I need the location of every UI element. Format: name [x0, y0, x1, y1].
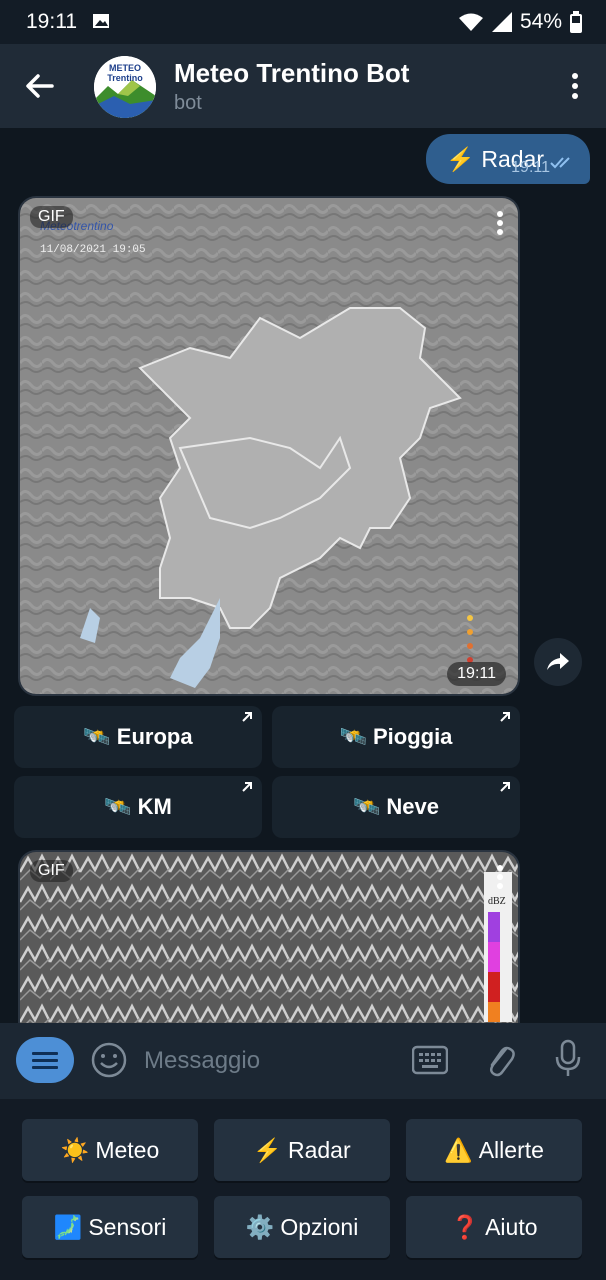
external-link-icon — [242, 782, 252, 792]
battery-icon — [570, 11, 582, 33]
attach-paperclip-icon[interactable] — [484, 1041, 516, 1084]
back-arrow-icon[interactable] — [24, 72, 54, 105]
question-icon: ❓ — [450, 1213, 480, 1240]
radar-gif[interactable]: Meteotrentino 11/08/2021 19:05 GIF 19:11 — [18, 196, 520, 696]
bot-avatar[interactable]: METEO Trentino — [94, 56, 156, 118]
chat-title[interactable]: Meteo Trentino Bot — [174, 58, 409, 89]
outgoing-message[interactable]: ⚡ Radar 19:11 — [426, 134, 590, 184]
image-notification-icon — [92, 13, 110, 34]
radar-map-image-2: dBZ — [20, 852, 518, 1023]
lightning-icon: ⚡ — [253, 1136, 282, 1163]
inline-button-label: Europa — [116, 724, 193, 749]
microphone-icon[interactable] — [554, 1039, 582, 1084]
keyboard-button-aiuto[interactable]: ❓ Aiuto — [406, 1196, 582, 1258]
gif-menu-icon[interactable] — [496, 864, 504, 895]
gear-icon: ⚙️ — [245, 1213, 275, 1240]
inline-button-neve[interactable]: 🛰️ Neve — [272, 776, 520, 838]
hamburger-icon — [32, 1052, 58, 1069]
emoji-icon[interactable] — [90, 1041, 128, 1084]
inline-button-pioggia[interactable]: 🛰️ Pioggia — [272, 706, 520, 768]
map-icon: 🗾 — [53, 1213, 83, 1240]
wifi-icon — [458, 13, 483, 31]
inline-button-km[interactable]: 🛰️ KM — [14, 776, 262, 838]
keyboard-icon[interactable] — [411, 1045, 449, 1080]
radar-gif-2[interactable]: dBZ GIF — [18, 850, 520, 1023]
keyboard-button-label: Radar — [287, 1136, 351, 1163]
radar-map-image: Meteotrentino 11/08/2021 19:05 — [20, 198, 518, 694]
inline-button-label: Pioggia — [372, 724, 453, 749]
keyboard-button-label: Allerte — [478, 1136, 544, 1163]
keyboard-button-label: Aiuto — [485, 1213, 538, 1240]
gif2-legend-unit: dBZ — [488, 896, 506, 907]
signal-icon — [491, 12, 512, 32]
satellite-icon: 🛰️ — [353, 794, 381, 819]
gif-menu-icon[interactable] — [496, 210, 504, 241]
share-button[interactable] — [534, 638, 582, 686]
message-input-bar: Messaggio — [0, 1023, 606, 1099]
avatar-logo-text-1: METEO — [109, 63, 141, 73]
bot-keyboard: ☀️ Meteo ⚡ Radar ⚠️ Allerte 🗾 Sensori ⚙️… — [0, 1099, 606, 1280]
external-link-icon — [500, 712, 510, 722]
keyboard-button-meteo[interactable]: ☀️ Meteo — [22, 1119, 198, 1181]
status-icons: 54% — [458, 10, 582, 34]
status-time: 19:11 — [26, 10, 77, 33]
satellite-icon: 🛰️ — [339, 724, 367, 749]
external-link-icon — [242, 712, 252, 722]
bot-menu-button[interactable] — [16, 1037, 74, 1083]
inline-button-label: Neve — [386, 794, 439, 819]
sun-icon: ☀️ — [60, 1136, 90, 1163]
avatar-logo-text-2: Trentino — [107, 73, 143, 83]
battery-text: 54% — [519, 10, 562, 33]
share-arrow-icon — [547, 653, 569, 670]
message-time: 19:11 — [511, 159, 550, 176]
keyboard-button-radar[interactable]: ⚡ Radar — [214, 1119, 390, 1181]
gif-time: 19:11 — [447, 662, 506, 686]
keyboard-button-label: Sensori — [88, 1213, 167, 1240]
gif-badge: GIF — [30, 860, 73, 882]
message-input[interactable]: Messaggio — [144, 1047, 260, 1075]
warning-icon: ⚠️ — [444, 1136, 473, 1163]
satellite-icon: 🛰️ — [104, 794, 132, 819]
keyboard-button-allerte[interactable]: ⚠️ Allerte — [406, 1119, 582, 1181]
keyboard-button-sensori[interactable]: 🗾 Sensori — [22, 1196, 198, 1258]
chat-area[interactable]: ⚡ Radar 19:11 Meteotrentino 11/08/2021 1… — [0, 128, 606, 1023]
external-link-icon — [500, 782, 510, 792]
inline-button-label: KM — [137, 794, 172, 819]
gif1-watermark-date: 11/08/2021 19:05 — [40, 244, 146, 256]
chat-header: METEO Trentino Meteo Trentino Bot bot — [0, 44, 606, 128]
double-check-icon — [550, 155, 576, 174]
inline-button-europa[interactable]: 🛰️ Europa — [14, 706, 262, 768]
satellite-icon: 🛰️ — [83, 724, 111, 749]
gif-badge: GIF — [30, 206, 73, 228]
keyboard-button-label: Meteo — [95, 1136, 160, 1163]
chat-subtitle: bot — [174, 92, 202, 114]
status-bar: 19:11 54% — [0, 0, 606, 44]
keyboard-button-opzioni[interactable]: ⚙️ Opzioni — [214, 1196, 390, 1258]
more-vertical-icon[interactable] — [570, 72, 580, 105]
keyboard-button-label: Opzioni — [280, 1213, 359, 1240]
